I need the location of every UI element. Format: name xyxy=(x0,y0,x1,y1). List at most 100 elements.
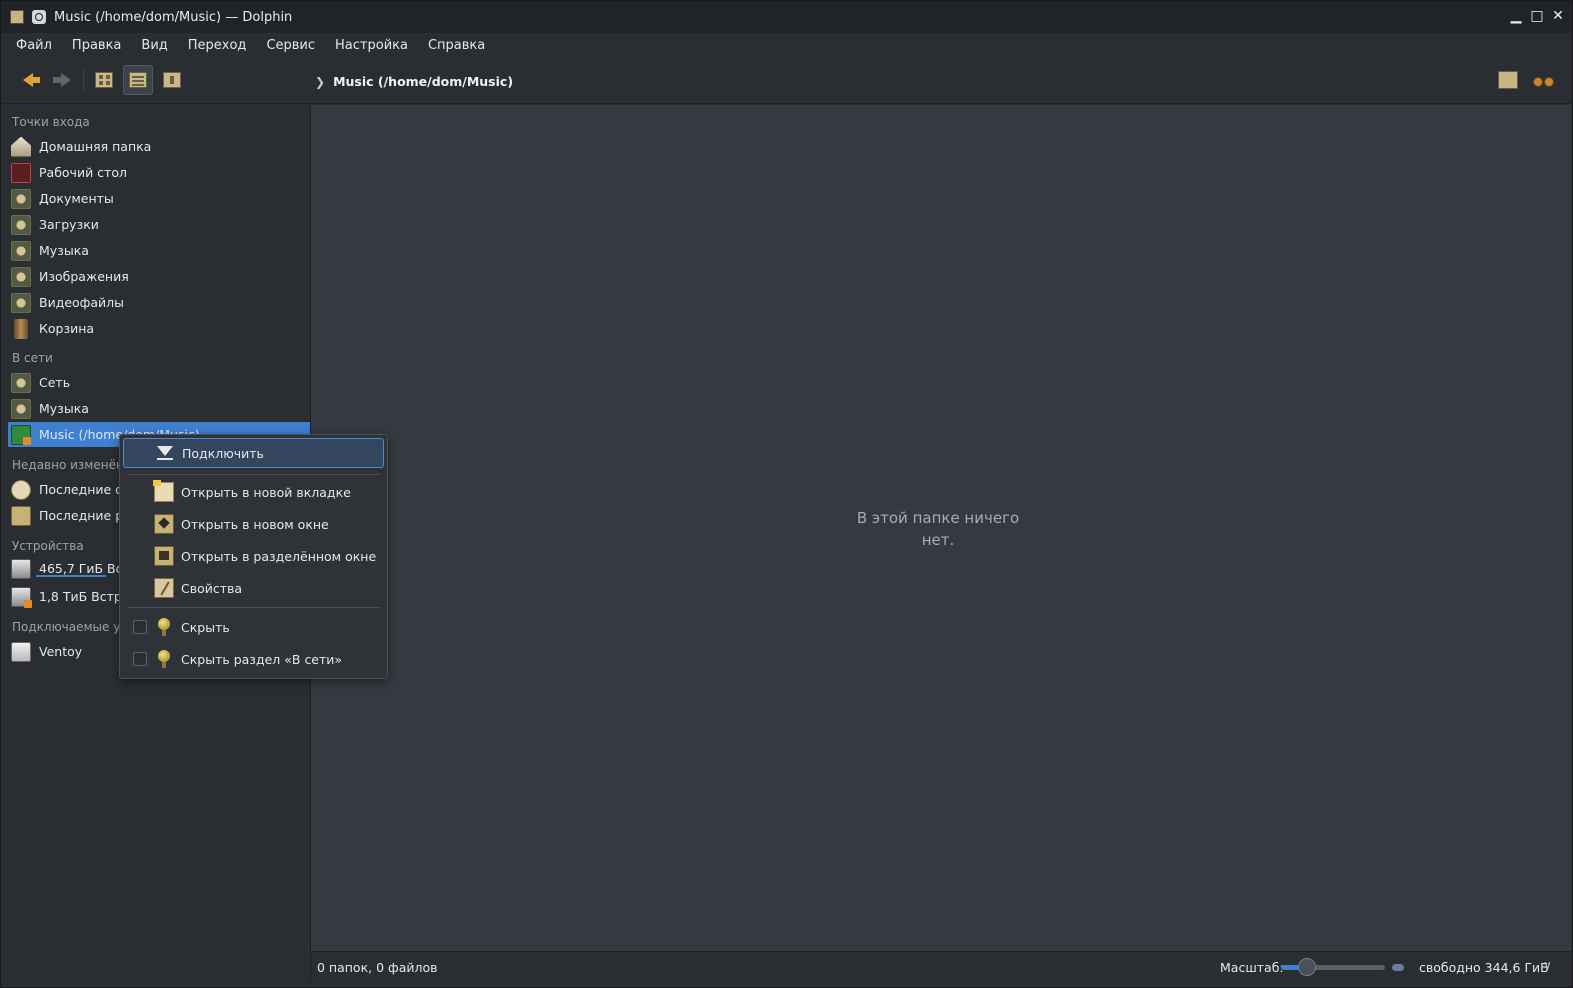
menu-settings[interactable]: Настройка xyxy=(325,38,418,53)
place-videos[interactable]: Видеофайлы xyxy=(8,290,310,315)
place-label: Корзина xyxy=(39,321,95,336)
menu-open-new-tab[interactable]: Открыть в новой вкладке xyxy=(123,477,384,507)
place-pictures[interactable]: Изображения xyxy=(8,264,310,289)
place-downloads[interactable]: Загрузки xyxy=(8,212,310,237)
music-mount-icon xyxy=(11,424,31,445)
menu-item-label: Свойства xyxy=(181,580,243,596)
compact-view-icon xyxy=(163,72,181,88)
place-label: Музыка xyxy=(39,401,89,416)
place-label: Домашняя папка xyxy=(39,139,152,154)
place-label: Видеофайлы xyxy=(39,295,125,310)
place-label: Музыка xyxy=(39,243,89,258)
minimize-icon[interactable]: ▁ xyxy=(1508,7,1524,25)
menu-properties[interactable]: Свойства xyxy=(123,573,384,603)
forward-button[interactable] xyxy=(47,65,77,95)
toolbar-separator xyxy=(83,67,84,93)
app-menu-icon[interactable] xyxy=(10,10,24,24)
menu-item-label: Открыть в разделённом окне xyxy=(181,548,377,564)
documents-folder-icon xyxy=(11,188,31,209)
network-music-icon xyxy=(11,398,31,419)
videos-folder-icon xyxy=(11,292,31,313)
place-label: Загрузки xyxy=(39,217,99,232)
menu-open-new-window[interactable]: Открыть в новом окне xyxy=(123,509,384,539)
menu-help[interactable]: Справка xyxy=(418,38,495,53)
drive-capacity-bar xyxy=(36,575,106,577)
back-button[interactable] xyxy=(13,65,43,95)
menu-open-split[interactable]: Открыть в разделённом окне xyxy=(123,541,384,571)
place-label: Документы xyxy=(39,191,114,206)
pin-icon[interactable] xyxy=(32,10,46,24)
status-bar: 0 папок, 0 файлов Масштаб: свободно 344,… xyxy=(311,951,1571,982)
split-view-icon[interactable] xyxy=(1498,71,1518,89)
free-space: свободно 344,6 ГиБ xyxy=(1419,960,1549,975)
recent-locations-icon xyxy=(11,505,31,526)
section-network: В сети xyxy=(12,351,53,365)
details-view-button[interactable] xyxy=(123,65,153,95)
chevron-down-icon[interactable]: ∨ xyxy=(1543,958,1552,972)
compact-view-button[interactable] xyxy=(157,65,187,95)
menu-item-label: Скрыть раздел «В сети» xyxy=(181,651,343,667)
menu-mount[interactable]: Подключить xyxy=(123,438,384,468)
maximize-icon[interactable]: □ xyxy=(1529,7,1545,25)
hide-checkbox[interactable] xyxy=(133,620,147,634)
trash-icon xyxy=(14,318,28,339)
breadcrumb[interactable]: ❯ Music (/home/dom/Music) xyxy=(315,74,513,89)
context-menu: Подключить Открыть в новой вкладке Откры… xyxy=(119,434,388,679)
new-window-icon xyxy=(154,514,174,534)
details-view-icon xyxy=(129,72,147,88)
section-recent: Недавно изменён xyxy=(12,458,124,472)
place-label: Сеть xyxy=(39,375,71,390)
properties-icon xyxy=(154,578,174,598)
menu-hide-section[interactable]: Скрыть раздел «В сети» xyxy=(123,644,384,674)
bulb-icon xyxy=(157,649,171,669)
split-window-icon xyxy=(154,546,174,566)
forward-arrow-icon xyxy=(53,73,71,87)
place-network[interactable]: Сеть xyxy=(8,370,310,395)
usb-drive-icon xyxy=(11,641,31,662)
breadcrumb-current[interactable]: Music (/home/dom/Music) xyxy=(333,74,513,89)
recent-files-icon xyxy=(11,479,31,500)
menu-bar: Файл Правка Вид Переход Сервис Настройка… xyxy=(1,33,1572,57)
hard-drive-icon xyxy=(11,558,31,579)
network-folder-icon xyxy=(11,372,31,393)
place-home[interactable]: Домашняя папка xyxy=(8,134,310,159)
icons-view-button[interactable] xyxy=(89,65,119,95)
zoom-indicator xyxy=(1392,964,1404,971)
desktop-icon xyxy=(11,162,31,183)
menu-item-label: Открыть в новом окне xyxy=(181,516,329,532)
title-bar[interactable]: Music (/home/dom/Music) — Dolphin ▁ □ ✕ xyxy=(1,1,1572,33)
place-desktop[interactable]: Рабочий стол xyxy=(8,160,310,185)
home-folder-icon xyxy=(11,136,31,157)
section-removable: Подключаемые ус xyxy=(12,620,127,634)
menu-file[interactable]: Файл xyxy=(6,38,62,53)
place-label: Рабочий стол xyxy=(39,165,127,180)
menu-view[interactable]: Вид xyxy=(131,38,177,53)
menu-tools[interactable]: Сервис xyxy=(256,38,325,53)
menu-go[interactable]: Переход xyxy=(178,38,257,53)
menu-item-label: Скрыть xyxy=(181,619,230,635)
menu-item-label: Открыть в новой вкладке xyxy=(181,484,351,500)
menu-hide[interactable]: Скрыть xyxy=(123,612,384,642)
dolphin-window: Music (/home/dom/Music) — Dolphin ▁ □ ✕ … xyxy=(0,0,1573,988)
place-network-music[interactable]: Музыка xyxy=(8,396,310,421)
icons-view-icon xyxy=(95,72,113,88)
close-icon[interactable]: ✕ xyxy=(1550,7,1566,25)
downloads-folder-icon xyxy=(11,214,31,235)
empty-folder-message: В этой папке ничего нет. xyxy=(856,509,1020,549)
hard-drive-icon xyxy=(11,586,32,608)
zoom-slider-handle[interactable] xyxy=(1298,958,1316,976)
place-documents[interactable]: Документы xyxy=(8,186,310,211)
search-binoculars-icon[interactable] xyxy=(1532,73,1554,89)
pictures-folder-icon xyxy=(11,266,31,287)
place-trash[interactable]: Корзина xyxy=(8,316,310,341)
place-music[interactable]: Музыка xyxy=(8,238,310,263)
place-label: Последние ра xyxy=(39,508,131,523)
place-label: Изображения xyxy=(39,269,129,284)
hide-section-checkbox[interactable] xyxy=(133,652,147,666)
chevron-right-icon[interactable]: ❯ xyxy=(315,75,325,89)
new-tab-icon xyxy=(153,480,174,502)
file-view[interactable]: В этой папке ничего нет. xyxy=(311,105,1571,951)
zoom-slider[interactable] xyxy=(1281,965,1385,970)
section-devices: Устройства xyxy=(12,539,84,553)
menu-edit[interactable]: Правка xyxy=(62,38,131,53)
